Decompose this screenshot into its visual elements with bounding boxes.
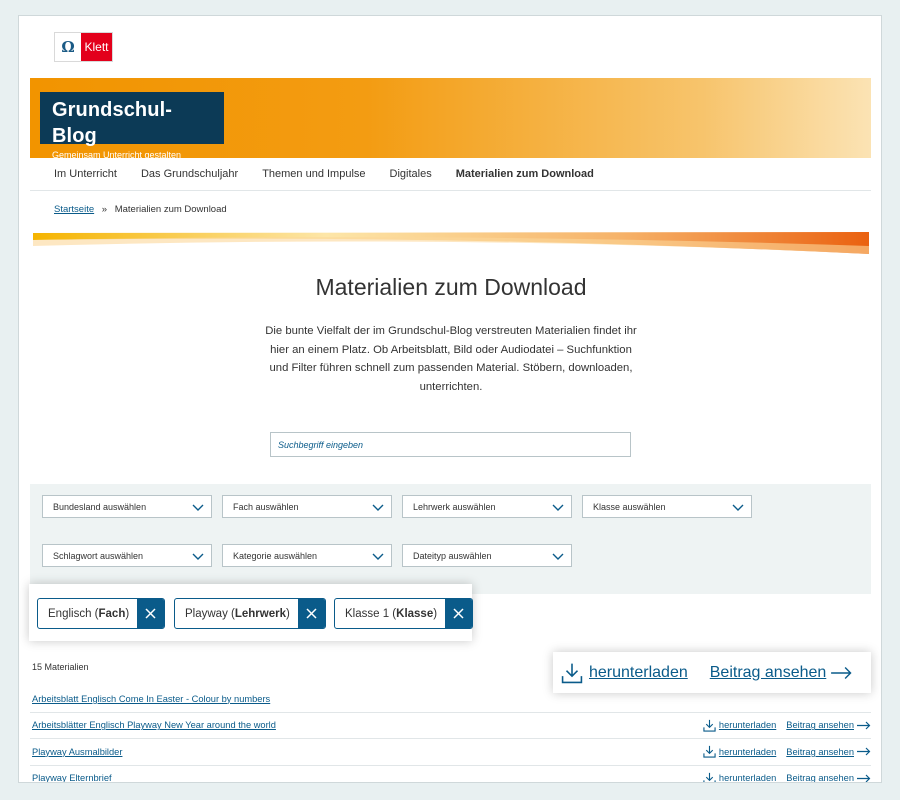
list-item: Playway Elternbrief herunterladen Beitra…: [30, 766, 871, 783]
download-link[interactable]: herunterladen: [703, 745, 776, 758]
select-klasse[interactable]: Klasse auswählen: [582, 495, 752, 518]
material-link[interactable]: Playway Ausmalbilder: [32, 747, 122, 757]
main-nav: Im Unterricht Das Grundschuljahr Themen …: [30, 158, 871, 191]
view-label: Beitrag ansehen: [786, 720, 854, 731]
arrow-right-icon: [857, 721, 871, 730]
list-item: Arbeitsblätter Englisch Playway New Year…: [30, 713, 871, 739]
download-label: herunterladen: [718, 773, 777, 783]
select-label: Schlagwort auswählen: [53, 550, 144, 561]
decorative-swoosh: [33, 232, 869, 254]
chip-type: Lehrwerk: [234, 607, 286, 620]
chip-value: Klasse 1: [345, 607, 390, 620]
select-label: Kategorie auswählen: [233, 550, 318, 561]
download-label: herunterladen: [718, 746, 777, 757]
active-filters-callout: Englisch (Fach) Playway (Lehrwerk) Klass…: [29, 584, 474, 641]
view-label: Beitrag ansehen: [786, 773, 854, 783]
chip-label: Klasse 1 (Klasse): [345, 607, 438, 620]
download-label: herunterladen: [589, 663, 688, 681]
chip-type: Fach: [98, 607, 126, 620]
nav-item-im-unterricht[interactable]: Im Unterricht: [54, 168, 117, 180]
breadcrumb: Startseite » Materialien zum Download: [54, 204, 227, 215]
view-label: Beitrag ansehen: [786, 746, 854, 757]
chip-label: Englisch (Fach): [48, 607, 130, 620]
chevron-down-icon: [552, 504, 564, 511]
page-title: Materialien zum Download: [315, 274, 587, 300]
brand-box[interactable]: Grundschul-Blog Gemeinsam Unterricht ges…: [40, 92, 224, 160]
remove-filter-button[interactable]: [297, 599, 325, 628]
nav-item-digitales[interactable]: Digitales: [390, 168, 432, 180]
chevron-down-icon: [372, 553, 384, 560]
download-link[interactable]: herunterladen: [561, 662, 688, 684]
chevron-down-icon: [192, 553, 204, 560]
search-input[interactable]: [270, 432, 631, 457]
select-fach[interactable]: Fach auswählen: [222, 495, 392, 518]
view-post-link[interactable]: Beitrag ansehen: [786, 720, 871, 730]
brand-title: Grundschul-Blog: [52, 99, 172, 147]
material-link[interactable]: Playway Elternbrief: [32, 773, 112, 782]
chevron-down-icon: [552, 553, 564, 560]
chip-type: Klasse: [396, 607, 434, 620]
select-schlagwort[interactable]: Schlagwort auswählen: [42, 544, 212, 567]
material-link[interactable]: Arbeitsblatt Englisch Come In Easter - C…: [32, 694, 270, 704]
chip-label: Playway (Lehrwerk): [185, 607, 290, 620]
download-icon: [703, 719, 716, 732]
remove-filter-button[interactable]: [445, 599, 473, 628]
row-actions: herunterladen Beitrag ansehen: [703, 713, 871, 739]
filter-chip-fach[interactable]: Englisch (Fach): [37, 598, 166, 629]
result-count: 15 Materialien: [32, 662, 89, 672]
filter-chip-klasse[interactable]: Klasse 1 (Klasse): [334, 598, 474, 629]
download-icon: [561, 663, 583, 683]
download-label: herunterladen: [718, 720, 777, 731]
result-list: Arbeitsblatt Englisch Come In Easter - C…: [30, 686, 871, 783]
select-dateityp[interactable]: Dateityp auswählen: [402, 544, 572, 567]
download-link[interactable]: herunterladen: [703, 719, 776, 732]
arrow-right-icon: [857, 747, 871, 756]
breadcrumb-home-link[interactable]: Startseite: [54, 204, 94, 215]
material-link[interactable]: Arbeitsblätter Englisch Playway New Year…: [32, 720, 276, 730]
close-icon: [306, 608, 317, 619]
close-icon: [453, 608, 464, 619]
filter-panel: Bundesland auswählen Fach auswählen Lehr…: [30, 484, 871, 594]
nav-item-das-grundschuljahr[interactable]: Das Grundschuljahr: [141, 168, 238, 180]
breadcrumb-current: Materialien zum Download: [114, 204, 227, 215]
remove-filter-button[interactable]: [137, 599, 165, 628]
view-label: Beitrag ansehen: [709, 663, 827, 681]
download-icon: [703, 746, 716, 758]
row-actions-callout: herunterladen Beitrag ansehen: [553, 652, 871, 693]
list-item: Playway Ausmalbilder herunterladen Beitr…: [30, 739, 871, 766]
klett-logo-text: Klett: [81, 33, 112, 61]
select-label: Klasse auswählen: [593, 501, 666, 512]
breadcrumb-separator: »: [101, 204, 108, 215]
chevron-down-icon: [192, 504, 204, 511]
select-kategorie[interactable]: Kategorie auswählen: [222, 544, 392, 567]
download-icon: [703, 772, 716, 782]
select-label: Bundesland auswählen: [53, 501, 147, 512]
view-post-link[interactable]: Beitrag ansehen: [786, 747, 871, 757]
klett-logo[interactable]: Ω Klett: [54, 32, 113, 62]
view-post-link[interactable]: Beitrag ansehen: [786, 773, 871, 783]
view-post-link[interactable]: Beitrag ansehen: [710, 664, 854, 682]
close-icon: [145, 608, 156, 619]
select-bundesland[interactable]: Bundesland auswählen: [42, 495, 212, 518]
nav-item-materialien[interactable]: Materialien zum Download: [456, 168, 594, 180]
chevron-down-icon: [372, 504, 384, 511]
nav-item-themen-und-impulse[interactable]: Themen und Impulse: [262, 168, 365, 180]
select-label: Dateityp auswählen: [413, 550, 492, 561]
select-label: Lehrwerk auswählen: [413, 501, 496, 512]
header-banner: Grundschul-Blog Gemeinsam Unterricht ges…: [30, 78, 871, 160]
select-lehrwerk[interactable]: Lehrwerk auswählen: [402, 495, 572, 518]
row-actions: herunterladen Beitrag ansehen: [703, 766, 871, 783]
select-label: Fach auswählen: [233, 501, 299, 512]
download-link[interactable]: herunterladen: [703, 772, 777, 783]
row-actions: herunterladen Beitrag ansehen: [703, 739, 871, 765]
chip-value: Playway: [185, 607, 228, 620]
chip-value: Englisch: [48, 607, 92, 620]
filter-chip-lehrwerk[interactable]: Playway (Lehrwerk): [174, 598, 326, 629]
chevron-down-icon: [732, 504, 744, 511]
klett-logo-mark-icon: Ω: [55, 33, 81, 61]
arrow-right-icon: [831, 666, 852, 679]
arrow-right-icon: [857, 774, 871, 782]
intro-text: Die bunte Vielfalt der im Grundschul-Blo…: [265, 325, 637, 393]
